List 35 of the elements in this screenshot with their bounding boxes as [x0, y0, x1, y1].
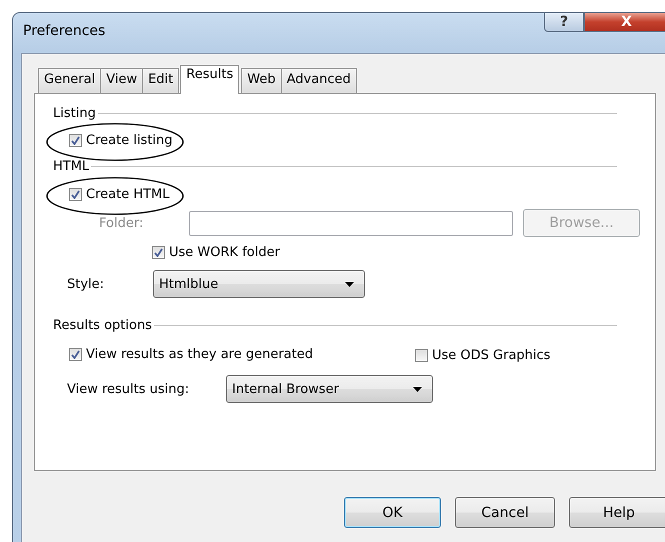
- view-using-label: View results using:: [66, 382, 190, 396]
- dropdown-value: Internal Browser: [232, 382, 339, 396]
- checkbox-label: Use WORK folder: [169, 244, 280, 260]
- tab[interactable]: Edit: [142, 68, 180, 94]
- checkbox[interactable]: [69, 188, 82, 200]
- tab[interactable]: View: [100, 68, 144, 94]
- checkbox-label: Create listing: [86, 132, 173, 148]
- dropdown-value: Htmlblue: [159, 276, 218, 292]
- style-label: Style:: [66, 276, 106, 292]
- help-button[interactable]: ?: [544, 12, 584, 32]
- dialog-button[interactable]: OK: [344, 497, 441, 528]
- folder-field[interactable]: [189, 210, 513, 236]
- dropdown[interactable]: Internal Browser: [226, 375, 433, 403]
- tab[interactable]: General: [38, 68, 102, 94]
- tab[interactable]: Web: [241, 68, 282, 94]
- dialog-button[interactable]: Cancel: [455, 497, 555, 528]
- folder-label: Folder:: [98, 216, 144, 230]
- dropdown[interactable]: Htmlblue: [153, 270, 365, 298]
- group-heading: Results options: [53, 318, 152, 333]
- checkbox-label: Use ODS Graphics: [432, 348, 550, 362]
- checkbox[interactable]: [69, 134, 82, 146]
- group-heading: Listing: [53, 106, 96, 121]
- tab[interactable]: Advanced: [280, 68, 357, 94]
- close-button[interactable]: X: [584, 12, 665, 32]
- caret-icon: [413, 386, 422, 392]
- checkbox[interactable]: [69, 348, 82, 361]
- window-title: Preferences: [22, 22, 106, 39]
- checkbox-label: Create HTML: [86, 186, 170, 202]
- group-heading: HTML: [53, 159, 90, 174]
- tab[interactable]: Results: [180, 65, 240, 94]
- checkbox[interactable]: [152, 246, 165, 258]
- checkbox[interactable]: [415, 348, 428, 362]
- dialog-button[interactable]: Help: [569, 497, 665, 528]
- checkbox-label: View results as they are generated: [86, 347, 313, 362]
- caret-icon: [345, 282, 354, 286]
